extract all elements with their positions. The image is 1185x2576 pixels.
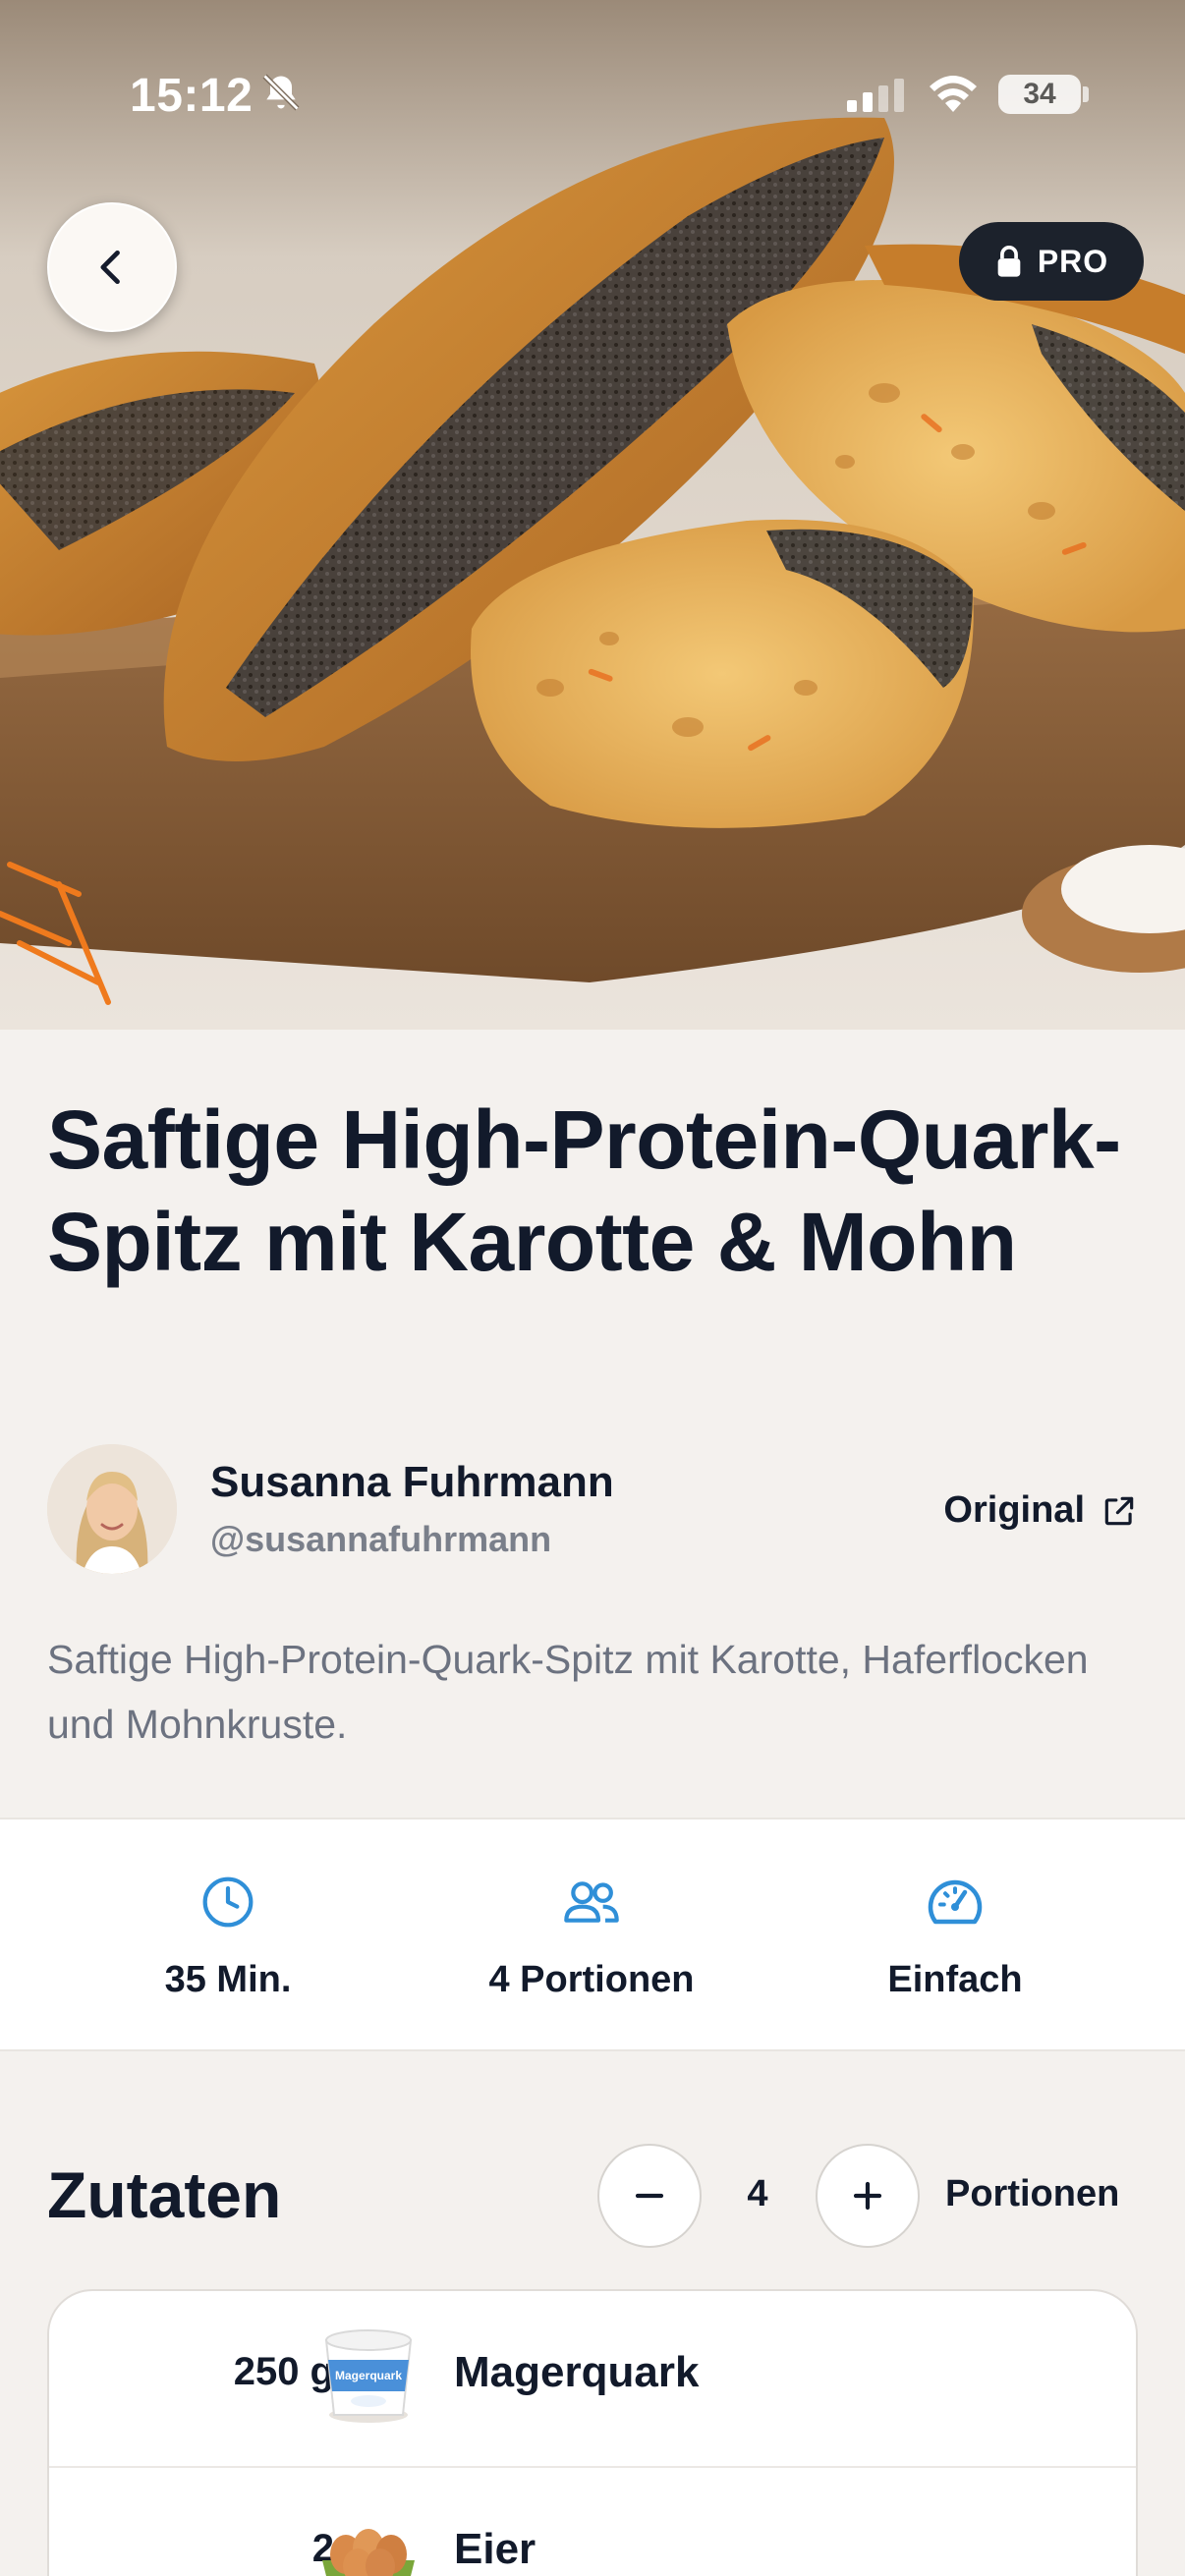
increase-portions-button[interactable] bbox=[816, 2144, 920, 2248]
people-icon bbox=[564, 1881, 619, 1923]
portions-label: Portionen bbox=[945, 2173, 1120, 2214]
eggs-image bbox=[322, 2529, 415, 2576]
plus-icon bbox=[853, 2181, 882, 2211]
recipe-description: Saftige High-Protein-Quark-Spitz mit Kar… bbox=[47, 1637, 1089, 1747]
status-bar: 15:12 34 bbox=[0, 0, 1185, 122]
wifi-icon bbox=[930, 76, 977, 112]
ingredients-heading: Zutaten bbox=[47, 2158, 282, 2231]
magerquark-tub-image: Magerquark bbox=[324, 2329, 413, 2423]
info-time: 35 Min. bbox=[41, 1873, 415, 2001]
decrease-portions-button[interactable] bbox=[597, 2144, 702, 2248]
bell-muted-icon bbox=[262, 74, 300, 111]
signal-icon bbox=[847, 79, 904, 112]
ingredient-row[interactable]: 2 Eier bbox=[49, 2466, 1136, 2576]
original-link[interactable]: Original bbox=[943, 1489, 1138, 1532]
recipe-title: Saftige High-Protein-Quark-Spitz mit Kar… bbox=[47, 1093, 1121, 1288]
author-name[interactable]: Susanna Fuhrmann bbox=[210, 1458, 614, 1507]
clock-icon bbox=[202, 1876, 254, 1928]
info-time-value: 35 Min. bbox=[164, 1959, 292, 2000]
info-difficulty: Einfach bbox=[768, 1873, 1142, 2001]
avatar[interactable] bbox=[47, 1444, 177, 1574]
ingredient-name: Magerquark bbox=[454, 2348, 700, 2396]
back-button[interactable] bbox=[47, 202, 177, 332]
recipe-info-strip: 35 Min. 4 Portionen Einfach bbox=[0, 1818, 1185, 2051]
ingredient-name: Eier bbox=[454, 2525, 536, 2573]
pro-badge[interactable]: PRO bbox=[959, 222, 1144, 301]
original-link-label: Original bbox=[943, 1489, 1085, 1531]
author-handle[interactable]: @susannafuhrmann bbox=[210, 1519, 551, 1560]
tub-label: Magerquark bbox=[335, 2369, 402, 2382]
gauge-icon bbox=[928, 1879, 983, 1925]
info-difficulty-value: Einfach bbox=[887, 1959, 1023, 2000]
author-photo bbox=[47, 1444, 177, 1574]
bread-photo bbox=[0, 0, 1185, 1030]
chevron-left-icon bbox=[100, 250, 120, 285]
ingredients-list: 250 g Magerquark Magerquark 2 Eier bbox=[47, 2289, 1138, 2576]
ingredient-row[interactable]: 250 g Magerquark Magerquark bbox=[49, 2291, 1136, 2466]
lock-icon bbox=[997, 246, 1021, 277]
pro-badge-label: PRO bbox=[1037, 243, 1109, 279]
external-link-icon bbox=[1104, 1496, 1134, 1525]
author-row: Susanna Fuhrmann @susannafuhrmann Origin… bbox=[47, 1444, 1138, 1576]
minus-icon bbox=[635, 2193, 664, 2199]
info-portions-value: 4 Portionen bbox=[488, 1959, 695, 2000]
battery-tip bbox=[1083, 86, 1089, 102]
recipe-hero-image: 15:12 34 PRO bbox=[0, 0, 1185, 1030]
portion-count: 4 bbox=[747, 2173, 768, 2214]
battery-level: 34 bbox=[1023, 78, 1056, 110]
status-time: 15:12 bbox=[130, 70, 254, 122]
info-portions: 4 Portionen bbox=[405, 1873, 778, 2001]
